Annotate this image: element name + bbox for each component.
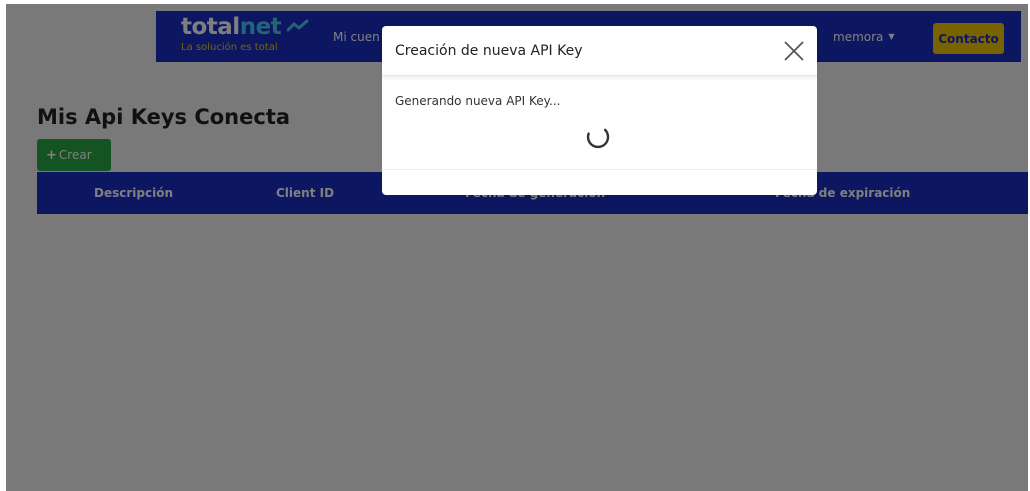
modal-body: Generando nueva API Key...	[382, 76, 817, 170]
create-api-key-modal: Creación de nueva API Key Generando nuev…	[382, 26, 817, 195]
spinner-icon	[586, 128, 610, 149]
loading-message: Generando nueva API Key...	[395, 94, 561, 108]
modal-header: Creación de nueva API Key	[382, 26, 817, 76]
close-button[interactable]	[781, 38, 807, 64]
browser-viewport: totalnet La solución es total Mi cuen me…	[6, 4, 1028, 491]
modal-title: Creación de nueva API Key	[395, 43, 583, 59]
close-icon	[784, 41, 804, 61]
